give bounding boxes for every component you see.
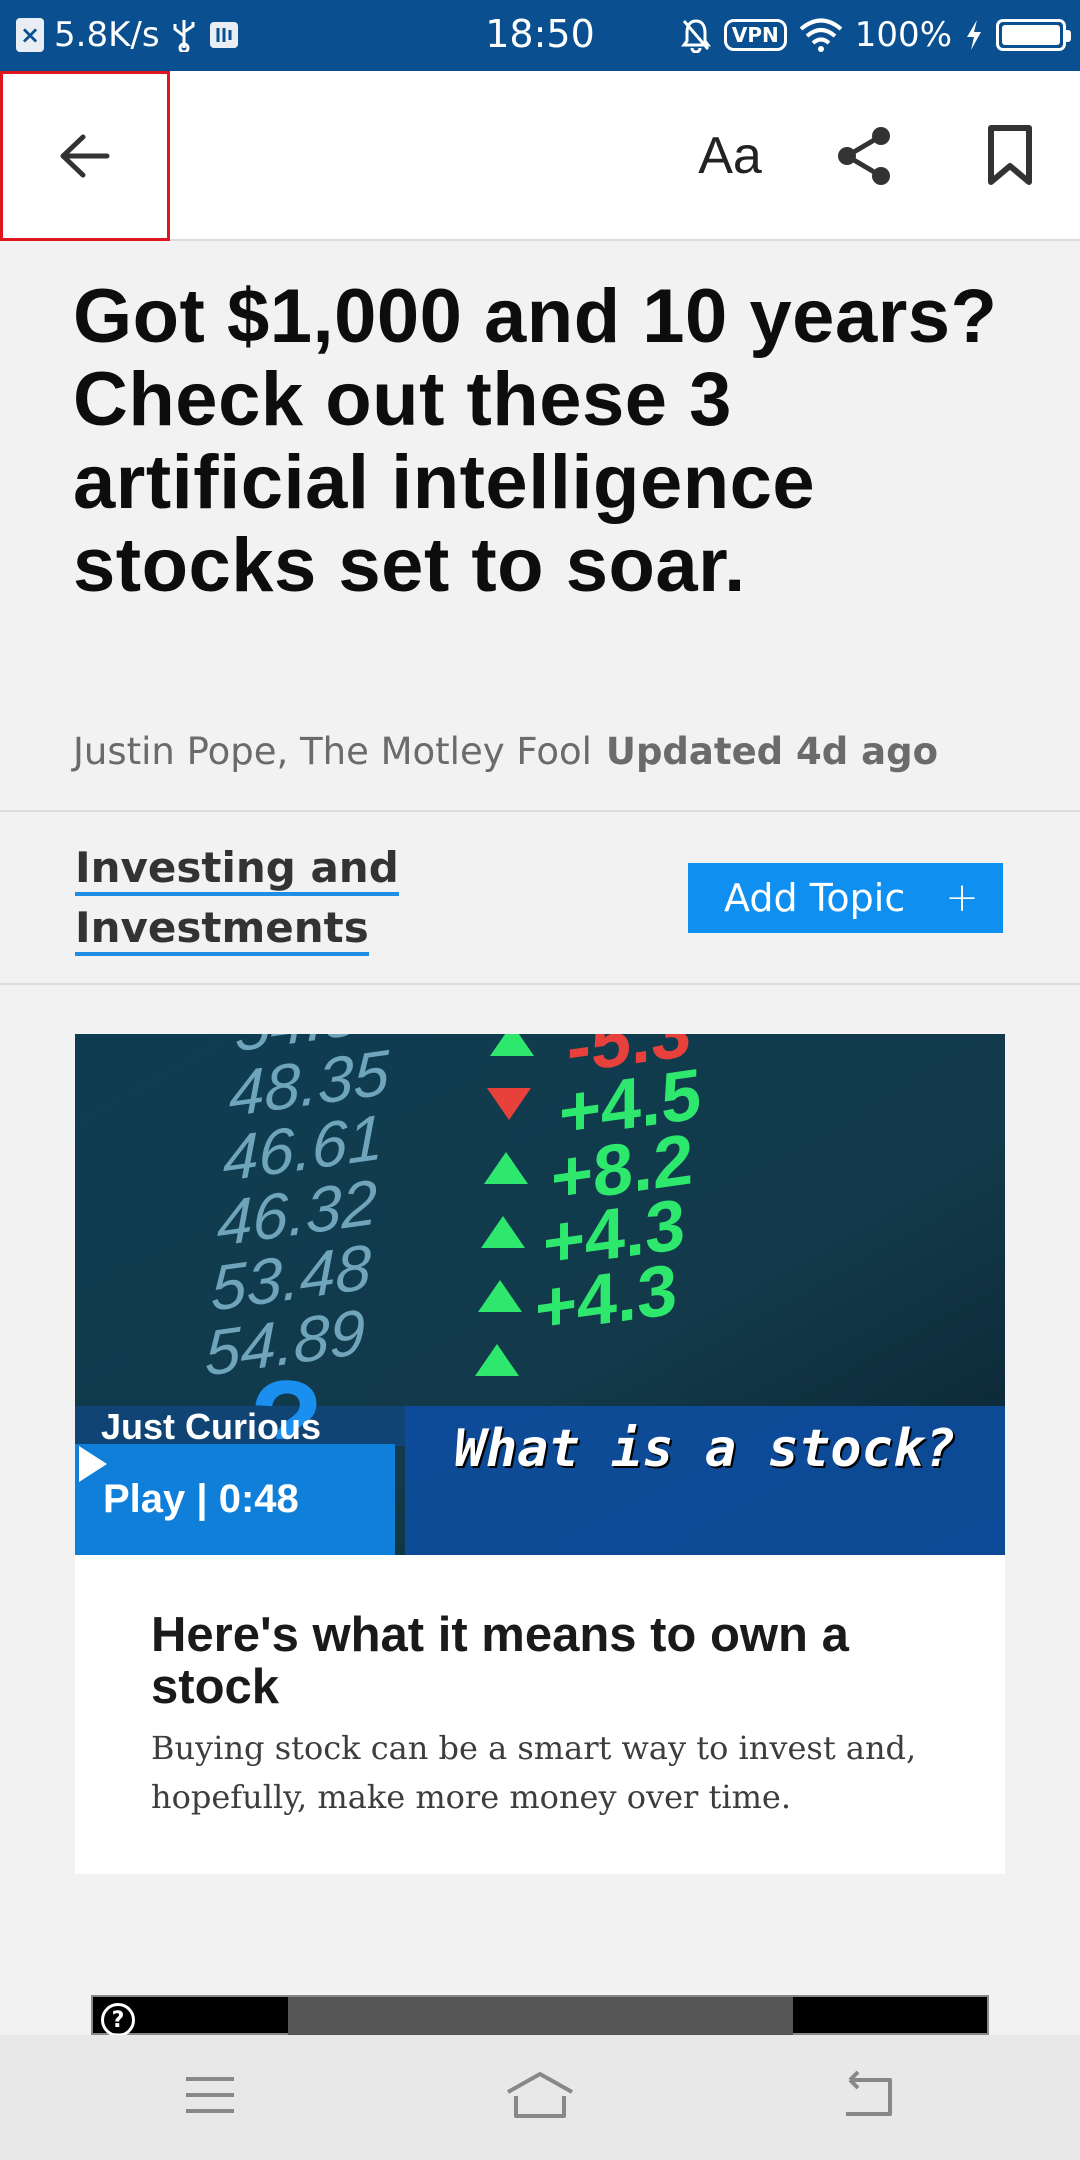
back-button[interactable] xyxy=(0,71,170,241)
bookmark-button[interactable] xyxy=(965,111,1055,201)
share-icon xyxy=(838,127,890,185)
divider xyxy=(0,810,1080,812)
ad-banner[interactable]: ? xyxy=(91,1995,989,2037)
vpn-badge: VPN xyxy=(723,19,787,51)
ad-banner-fill xyxy=(288,1997,793,2037)
bookmark-icon xyxy=(988,125,1032,185)
back-icon xyxy=(846,2070,892,2116)
author: Justin Pope, The Motley Fool xyxy=(73,730,592,773)
battery-percent: 100% xyxy=(854,15,952,55)
topic-link[interactable]: Investing and Investments xyxy=(75,838,405,958)
video-title[interactable]: Here's what it means to own a stock xyxy=(151,1609,961,1713)
video-thumbnail[interactable]: 54.8948.3546.6146.3253.4854.89+1.2-5.3+4… xyxy=(75,1034,1005,1555)
article-toolbar: Aa xyxy=(0,71,1080,241)
brand-label: Just Curious xyxy=(101,1406,322,1447)
video-card[interactable]: 54.8948.3546.6146.3253.4854.89+1.2-5.3+4… xyxy=(75,1034,1005,1874)
home-icon xyxy=(507,2072,573,2118)
system-nav-bar xyxy=(0,2035,1080,2160)
status-right: VPN 100% xyxy=(680,12,1071,58)
topic-label: Investing and Investments xyxy=(75,843,399,956)
plus-icon: + xyxy=(945,875,979,921)
video-overlay-title: What is a stock? xyxy=(454,1419,956,1479)
share-button[interactable] xyxy=(820,111,910,201)
text-size-button[interactable]: Aa xyxy=(680,111,780,201)
article-byline: Justin Pope, The Motley Fool Updated 4d a… xyxy=(73,730,1053,773)
updated-time: Updated 4d ago xyxy=(605,730,939,773)
wifi-icon xyxy=(799,18,843,52)
menu-button[interactable] xyxy=(150,2055,270,2135)
question-icon[interactable]: ? xyxy=(101,2003,135,2037)
back-arrow-icon xyxy=(60,134,110,178)
add-topic-button[interactable]: Add Topic + xyxy=(688,863,1003,933)
mute-bell-icon xyxy=(680,19,711,53)
add-topic-label: Add Topic xyxy=(724,876,906,920)
play-button[interactable]: Play | 0:48 xyxy=(75,1444,395,1555)
play-label: Play | 0:48 xyxy=(103,1477,299,1521)
status-bar: × 5.8K/s 18:50 VPN 100% xyxy=(0,0,1080,71)
divider xyxy=(0,983,1080,985)
video-description: Buying stock can be a smart way to inves… xyxy=(151,1729,917,1816)
battery-icon xyxy=(996,19,1071,51)
back-nav-button[interactable] xyxy=(808,2055,928,2135)
charging-icon xyxy=(967,20,981,50)
home-button[interactable] xyxy=(480,2055,600,2135)
play-icon xyxy=(79,1446,107,1482)
article-headline: Got $1,000 and 10 years? Check out these… xyxy=(73,274,998,608)
menu-icon xyxy=(186,2077,234,2113)
